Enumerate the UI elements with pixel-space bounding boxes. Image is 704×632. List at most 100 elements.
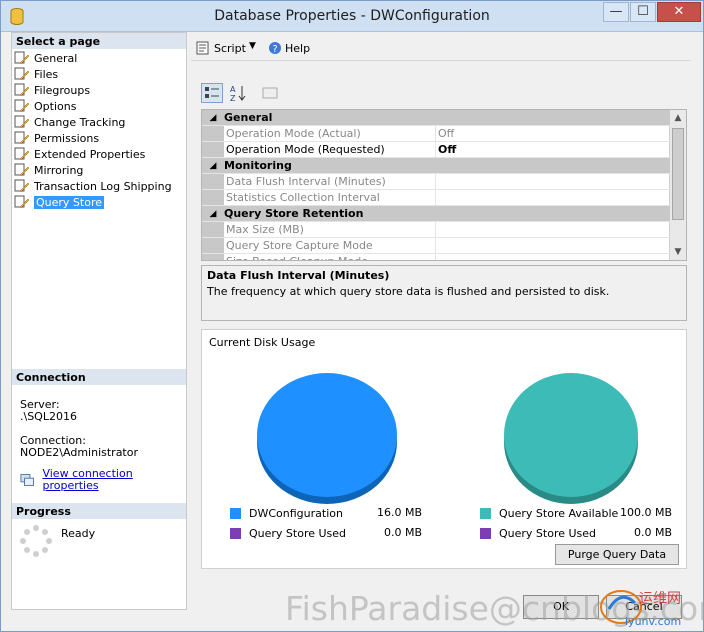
- property-value[interactable]: Off: [436, 126, 670, 141]
- legend-swatch: [480, 507, 491, 519]
- disk-usage-panel: Current Disk Usage DWConfiguration 16.0 M…: [201, 329, 687, 569]
- connection-value: NODE2\Administrator: [20, 446, 138, 459]
- grid-property-row[interactable]: Query Store Capture Mode: [202, 238, 670, 254]
- collapse-icon[interactable]: ◢: [202, 110, 224, 125]
- scroll-thumb[interactable]: [672, 128, 684, 220]
- page-item-extended-properties[interactable]: Extended Properties: [14, 146, 184, 162]
- page-icon: [14, 179, 30, 193]
- property-value[interactable]: [436, 238, 670, 253]
- legend-value: 0.0 MB: [383, 526, 422, 539]
- page-item-files[interactable]: Files: [14, 66, 184, 82]
- database-pie: [257, 373, 397, 504]
- page-item-label: Transaction Log Shipping: [34, 179, 172, 193]
- page-icon: [14, 195, 30, 209]
- page-item-label: Extended Properties: [34, 147, 146, 161]
- collapse-icon[interactable]: ◢: [202, 158, 224, 173]
- page-list: General Files Filegroups Options Change Trac…: [12, 49, 186, 211]
- property-name: Statistics Collection Interval: [224, 190, 436, 205]
- query-store-pie: [504, 373, 638, 504]
- property-pages-icon[interactable]: [259, 83, 281, 103]
- close-button[interactable]: ✕: [657, 2, 701, 22]
- page-item-filegroups[interactable]: Filegroups: [14, 82, 184, 98]
- grid-property-row[interactable]: Statistics Collection Interval: [202, 190, 670, 206]
- description-panel: Data Flush Interval (Minutes) The freque…: [201, 265, 687, 321]
- script-dropdown-arrow-icon[interactable]: ▼: [249, 41, 256, 51]
- grid-scrollbar[interactable]: ▲ ▼: [669, 110, 686, 260]
- collapse-icon[interactable]: ◢: [202, 206, 224, 221]
- legend-item: DWConfiguration: [230, 506, 343, 520]
- property-name: Max Size (MB): [224, 222, 436, 237]
- page-item-general[interactable]: General: [14, 50, 184, 66]
- progress-spinner-icon: [20, 525, 52, 557]
- property-name: Size Based Cleanup Mode: [224, 254, 436, 260]
- page-item-query-store[interactable]: Query Store: [14, 194, 184, 210]
- server-value: .\SQL2016: [20, 410, 77, 423]
- description-title: Data Flush Interval (Minutes): [207, 269, 390, 282]
- purge-query-data-button[interactable]: Purge Query Data: [555, 544, 679, 565]
- grid-property-row[interactable]: Size Based Cleanup Mode: [202, 254, 670, 260]
- page-item-options[interactable]: Options: [14, 98, 184, 114]
- page-item-label: Filegroups: [34, 83, 91, 97]
- maximize-button[interactable]: ☐: [630, 2, 656, 22]
- property-grid: ▲ ▼ ◢ General Operation Mode (Actual) Off Op…: [201, 109, 687, 261]
- select-page-heading: Select a page: [12, 33, 186, 49]
- grid-category-name: Query Store Retention: [224, 207, 364, 220]
- page-item-mirroring[interactable]: Mirroring: [14, 162, 184, 178]
- legend-value: 100.0 MB: [619, 506, 672, 519]
- property-value[interactable]: Off: [436, 142, 670, 157]
- property-value[interactable]: [436, 222, 670, 237]
- page-item-transaction-log-shipping[interactable]: Transaction Log Shipping: [14, 178, 184, 194]
- disk-usage-charts: [257, 373, 638, 504]
- page-item-label: Permissions: [34, 131, 100, 145]
- connection-heading: Connection: [12, 369, 186, 385]
- legend-item: Query Store Used: [480, 526, 596, 540]
- property-name: Query Store Capture Mode: [224, 238, 436, 253]
- legend-item: Query Store Available: [480, 506, 618, 520]
- connection-section: Connection Server: .\SQL2016 Connection:…: [12, 369, 186, 492]
- grid-category-name: Monitoring: [224, 159, 292, 172]
- progress-section: Progress Ready: [12, 503, 186, 557]
- legend-swatch: [480, 527, 491, 539]
- minimize-button[interactable]: —: [603, 2, 629, 22]
- property-value[interactable]: [436, 174, 670, 189]
- svg-text:Z: Z: [230, 94, 236, 102]
- grid-property-row[interactable]: Operation Mode (Requested) Off: [202, 142, 670, 158]
- page-icon: [14, 115, 30, 129]
- property-name: Operation Mode (Requested): [224, 142, 436, 157]
- grid-category[interactable]: ◢ General: [202, 110, 670, 126]
- svg-text:iyunv.com: iyunv.com: [625, 615, 681, 628]
- script-button[interactable]: Script: [195, 41, 246, 55]
- grid-property-row[interactable]: Max Size (MB): [202, 222, 670, 238]
- legend-label: Query Store Used: [249, 526, 347, 540]
- page-icon: [14, 99, 30, 113]
- title-bar[interactable]: Database Properties - DWConfiguration — …: [1, 1, 703, 32]
- page-item-label: Change Tracking: [34, 115, 126, 129]
- scroll-up-icon[interactable]: ▲: [670, 110, 686, 126]
- categorized-icon[interactable]: [201, 83, 223, 103]
- grid-property-row[interactable]: Data Flush Interval (Minutes): [202, 174, 670, 190]
- page-icon: [14, 51, 30, 65]
- script-icon: [196, 41, 209, 55]
- property-value[interactable]: [436, 190, 670, 205]
- grid-category[interactable]: ◢ Query Store Retention: [202, 206, 670, 222]
- page-item-label: Files: [34, 67, 59, 81]
- legend-swatch: [230, 507, 241, 519]
- description-text: The frequency at which query store data …: [207, 285, 610, 298]
- page-item-label: General: [34, 51, 78, 65]
- alphabetical-sort-icon[interactable]: AZ: [227, 83, 249, 103]
- page-item-permissions[interactable]: Permissions: [14, 130, 184, 146]
- progress-status: Ready: [61, 527, 96, 540]
- view-connection-properties-link[interactable]: View connection properties: [42, 468, 178, 492]
- help-button[interactable]: ? Help: [267, 41, 310, 55]
- svg-text:?: ?: [272, 44, 277, 55]
- site-logo: 运维网 iyunv.com: [600, 590, 681, 628]
- scroll-down-icon[interactable]: ▼: [670, 244, 686, 260]
- page-item-change-tracking[interactable]: Change Tracking: [14, 114, 184, 130]
- svg-text:运维网: 运维网: [639, 591, 681, 607]
- grid-category[interactable]: ◢ Monitoring: [202, 158, 670, 174]
- connection-properties-icon: [20, 474, 35, 486]
- grid-property-row[interactable]: Operation Mode (Actual) Off: [202, 126, 670, 142]
- grid-category-name: General: [224, 111, 273, 124]
- legend-swatch: [230, 527, 241, 539]
- property-value[interactable]: [436, 254, 670, 260]
